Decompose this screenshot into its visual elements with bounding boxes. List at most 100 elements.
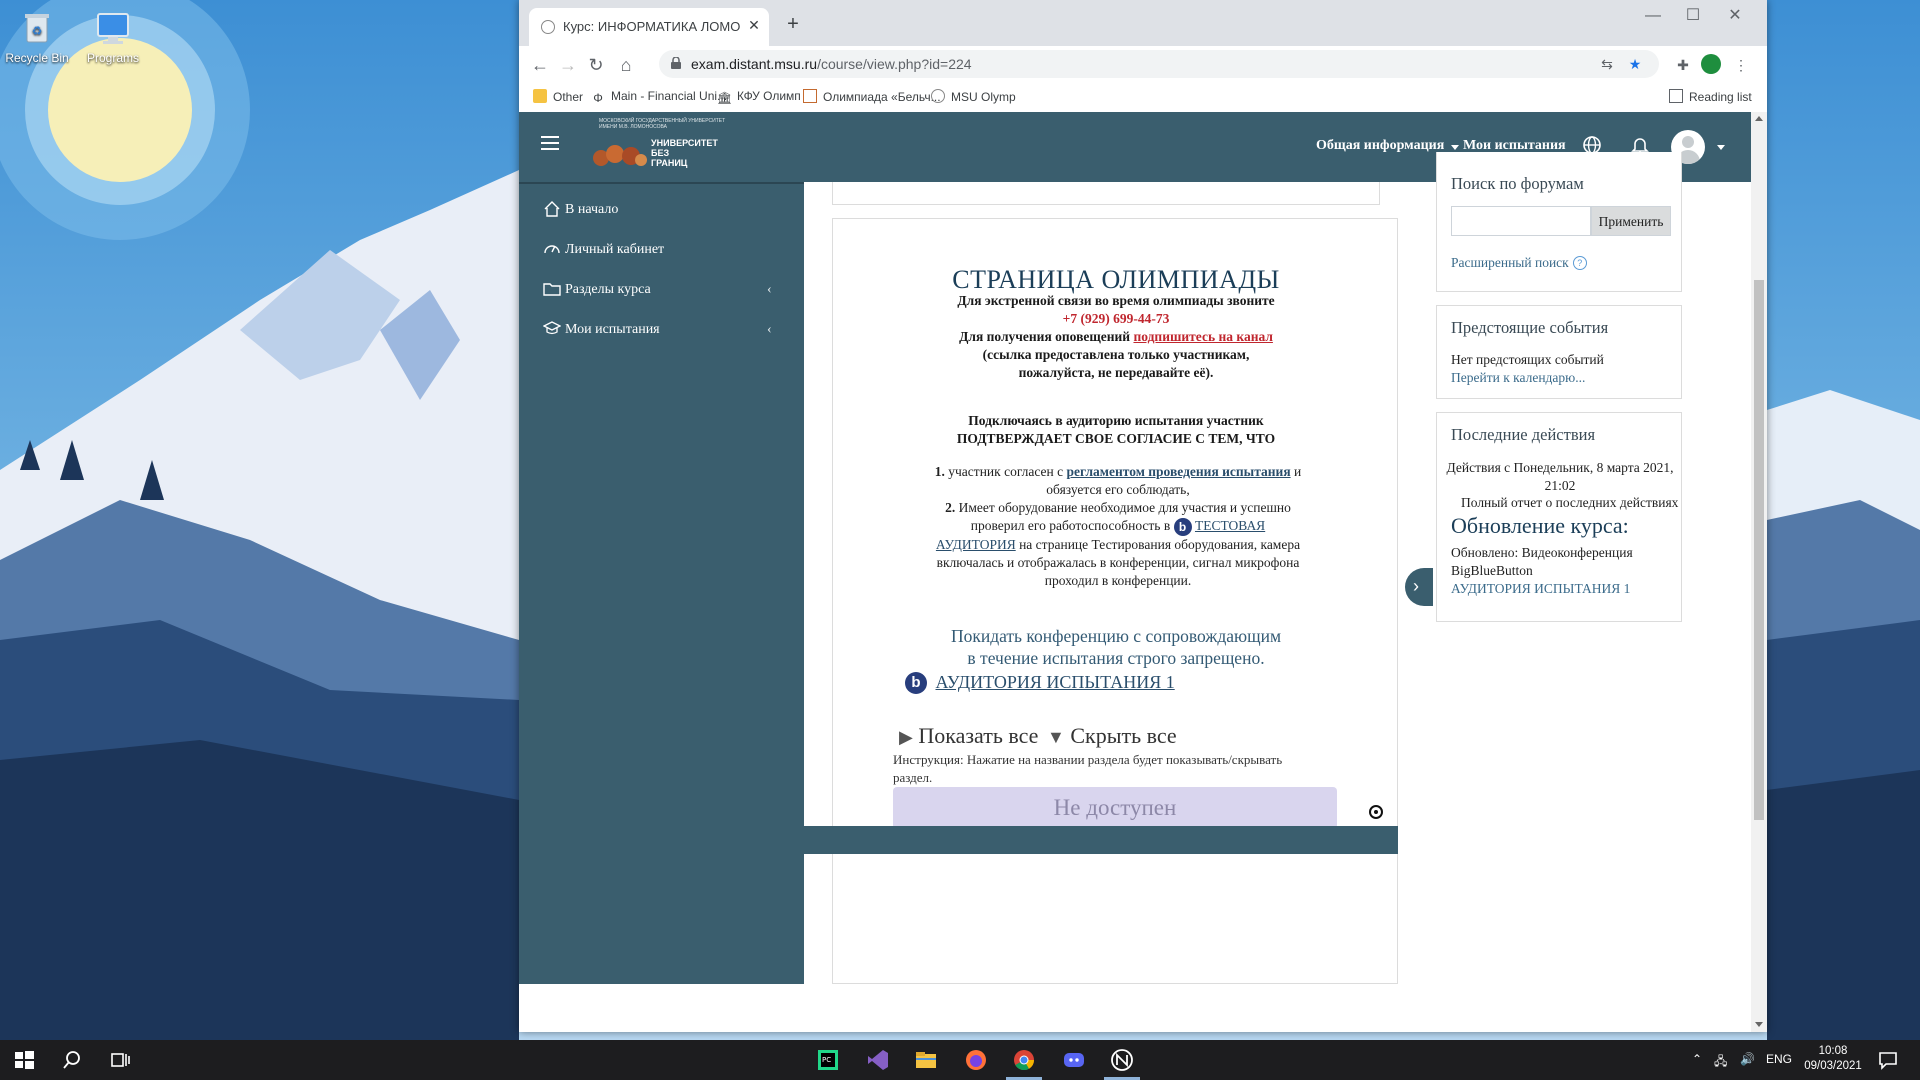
updated-activity-link[interactable]: АУДИТОРИЯ ИСПЫТАНИЯ 1 — [1451, 581, 1630, 597]
volume-icon[interactable]: 🔊 — [1740, 1052, 1755, 1066]
logo-university-line: МОСКОВСКИЙ ГОСУДАРСТВЕННЫЙ УНИВЕРСИТЕТ И… — [599, 118, 726, 130]
emergency-text: Для экстренной связи во время олимпиады … — [957, 293, 1275, 308]
task-view-icon[interactable] — [108, 1048, 132, 1072]
phi-icon: Φ — [593, 91, 603, 105]
new-tab-button[interactable]: + — [781, 12, 805, 36]
instruction-text: Инструкция: Нажатие на названии раздела … — [893, 752, 1283, 785]
help-icon[interactable]: ? — [1572, 256, 1587, 270]
forward-button[interactable]: → — [555, 52, 581, 78]
svg-text:PC: PC — [822, 1056, 831, 1064]
subscribe-channel-link[interactable]: подпишитесь на канал — [1133, 329, 1272, 344]
page-viewport: МОСКОВСКИЙ ГОСУДАРСТВЕННЫЙ УНИВЕРСИТЕТ И… — [519, 112, 1767, 1032]
conference-link[interactable]: АУДИТОРИЯ ИСПЫТАНИЯ 1 — [936, 672, 1175, 692]
back-button[interactable]: ← — [527, 52, 553, 78]
recycle-bin-icon: ♻ — [17, 8, 57, 48]
reading-list[interactable]: Reading list — [1669, 89, 1752, 104]
globe-icon — [931, 89, 945, 103]
scroll-up-arrow-icon[interactable] — [1755, 116, 1763, 121]
recent-activity-block: Последние действия Действия с Понедельни… — [1436, 412, 1682, 622]
chrome-icon[interactable] — [1012, 1048, 1036, 1072]
user-menu-chevron-icon[interactable] — [1717, 145, 1725, 150]
drawer-item-sections[interactable]: Разделы курса ‹ — [543, 280, 783, 306]
visual-studio-icon[interactable] — [866, 1048, 890, 1072]
translate-icon[interactable]: ⇆ — [1597, 54, 1617, 74]
bookmark-star-icon[interactable]: ★ — [1625, 54, 1645, 74]
scroll-down-arrow-icon[interactable] — [1755, 1022, 1763, 1027]
bigbluebutton-icon: b — [905, 671, 927, 694]
bookmark-msu-olymp[interactable]: MSU Olymp — [931, 89, 1016, 104]
address-url: exam.distant.msu.ru/course/view.php?id=2… — [691, 56, 972, 72]
profile-avatar[interactable] — [1701, 54, 1721, 74]
home-button[interactable]: ⌂ — [613, 52, 639, 78]
notify-note-2: пожалуйста, не передавайте её). — [1018, 365, 1214, 380]
nav-general-info[interactable]: Общая информация — [1316, 138, 1444, 154]
address-bar[interactable]: exam.distant.msu.ru/course/view.php?id=2… — [659, 50, 1659, 78]
home-icon — [544, 201, 560, 217]
computer-icon — [93, 8, 133, 48]
bookmark-belch[interactable]: Олимпиада «Бельч... — [803, 89, 941, 104]
reload-button[interactable]: ↻ — [583, 52, 609, 78]
updated-line-1: Обновлено: Видеоконференция — [1451, 545, 1633, 560]
upcoming-title: Предстоящие события — [1451, 318, 1609, 337]
bigbluebutton-icon: b — [1173, 517, 1192, 536]
hide-all-toggle[interactable]: ▼ Скрыть все — [1047, 723, 1177, 749]
extensions-icon[interactable]: ✚ — [1673, 55, 1693, 75]
recycle-bin-desktop-icon[interactable]: ♻ Recycle Bin — [0, 8, 74, 65]
app-n-icon[interactable] — [1110, 1048, 1134, 1072]
conference-activity[interactable]: b АУДИТОРИЯ ИСПЫТАНИЯ 1 — [905, 671, 1175, 694]
completion-target-icon[interactable] — [1369, 805, 1383, 819]
notify-line: Для получения оповещений подпишитесь на … — [959, 329, 1273, 344]
programs-desktop-icon[interactable]: Programs — [76, 8, 150, 65]
advanced-search-link[interactable]: Расширенный поиск? — [1451, 255, 1587, 271]
tray-overflow-chevron-icon[interactable]: ⌃ — [1692, 1052, 1702, 1066]
bookmark-other[interactable]: Other — [533, 89, 583, 104]
system-clock[interactable]: 10:08 09/03/2021 — [1788, 1044, 1878, 1074]
bookmark-kfu[interactable]: 🏛 КФУ Олимп — [717, 89, 801, 105]
chevron-down-icon[interactable] — [1451, 145, 1459, 150]
bookmarks-bar: Other Φ Main - Financial Uni... 🏛 КФУ Олим… — [519, 82, 1767, 113]
forum-search-input[interactable] — [1451, 206, 1591, 236]
windows-start-icon[interactable] — [12, 1048, 36, 1072]
show-all-toggle[interactable]: ▶ Показать все — [899, 723, 1038, 749]
chevron-left-icon[interactable]: ‹ — [767, 282, 772, 298]
olympiad-section-card: СТРАНИЦА ОЛИМПИАДЫ Для экстренной связи … — [832, 218, 1398, 984]
logo-emblem-icon — [593, 145, 647, 166]
search-icon[interactable] — [60, 1048, 84, 1072]
apply-button[interactable]: Применить — [1591, 206, 1671, 236]
menu-toggle-icon[interactable] — [541, 136, 559, 150]
minimize-button[interactable]: — — [1633, 4, 1673, 28]
programs-label: Programs — [86, 51, 139, 65]
updated-line-2: BigBlueButton — [1451, 563, 1533, 578]
chevron-left-icon[interactable]: ‹ — [767, 322, 772, 338]
rules-link[interactable]: регламентом проведения испытания — [1067, 464, 1291, 479]
network-icon[interactable]: 🖧 — [1714, 1052, 1727, 1073]
lock-icon — [671, 57, 681, 69]
course-updates-title: Обновление курса: — [1451, 513, 1629, 538]
file-explorer-icon[interactable] — [914, 1048, 938, 1072]
windows-taskbar: PC ⌃ 🖧 🔊 ENG 10:08 09/03/2021 — [0, 1040, 1920, 1080]
site-logo[interactable]: МОСКОВСКИЙ ГОСУДАРСТВЕННЫЙ УНИВЕРСИТЕТ И… — [589, 118, 739, 176]
close-window-button[interactable]: ✕ — [1715, 4, 1755, 28]
maximize-button[interactable]: ☐ — [1673, 4, 1713, 28]
consent-item-1: 1. участник согласен с регламентом прове… — [934, 464, 1302, 497]
bookmark-financial[interactable]: Φ Main - Financial Uni... — [591, 89, 727, 105]
block-drawer-toggle[interactable]: › — [1405, 568, 1433, 606]
tab-close-icon[interactable]: ✕ — [745, 16, 763, 34]
site-favicon-icon — [541, 20, 555, 34]
calendar-link[interactable]: Перейти к календарю... — [1451, 370, 1585, 386]
full-report-link[interactable]: Полный отчет о последних действиях — [1461, 495, 1678, 511]
browser-tab-course[interactable]: Курс: ИНФОРМАТИКА ЛОМОНО ✕ — [529, 8, 769, 46]
chevron-right-icon: › — [1413, 576, 1419, 596]
page-scrollbar[interactable] — [1751, 112, 1767, 1032]
notifications-center-icon[interactable] — [1876, 1048, 1900, 1072]
drawer-item-my-tests[interactable]: Мои испытания ‹ — [543, 320, 783, 346]
discord-icon[interactable] — [1062, 1048, 1086, 1072]
pycharm-icon[interactable]: PC — [816, 1048, 840, 1072]
scrollbar-thumb[interactable] — [1754, 280, 1764, 820]
grid-icon — [803, 89, 817, 103]
recent-since: Действия с Понедельник, 8 марта 2021, 21… — [1446, 460, 1674, 493]
recent-title: Последние действия — [1451, 425, 1596, 444]
not-available-button[interactable]: Не доступен — [893, 787, 1337, 829]
browser-menu-icon[interactable]: ⋮ — [1731, 55, 1751, 75]
firefox-icon[interactable] — [964, 1048, 988, 1072]
